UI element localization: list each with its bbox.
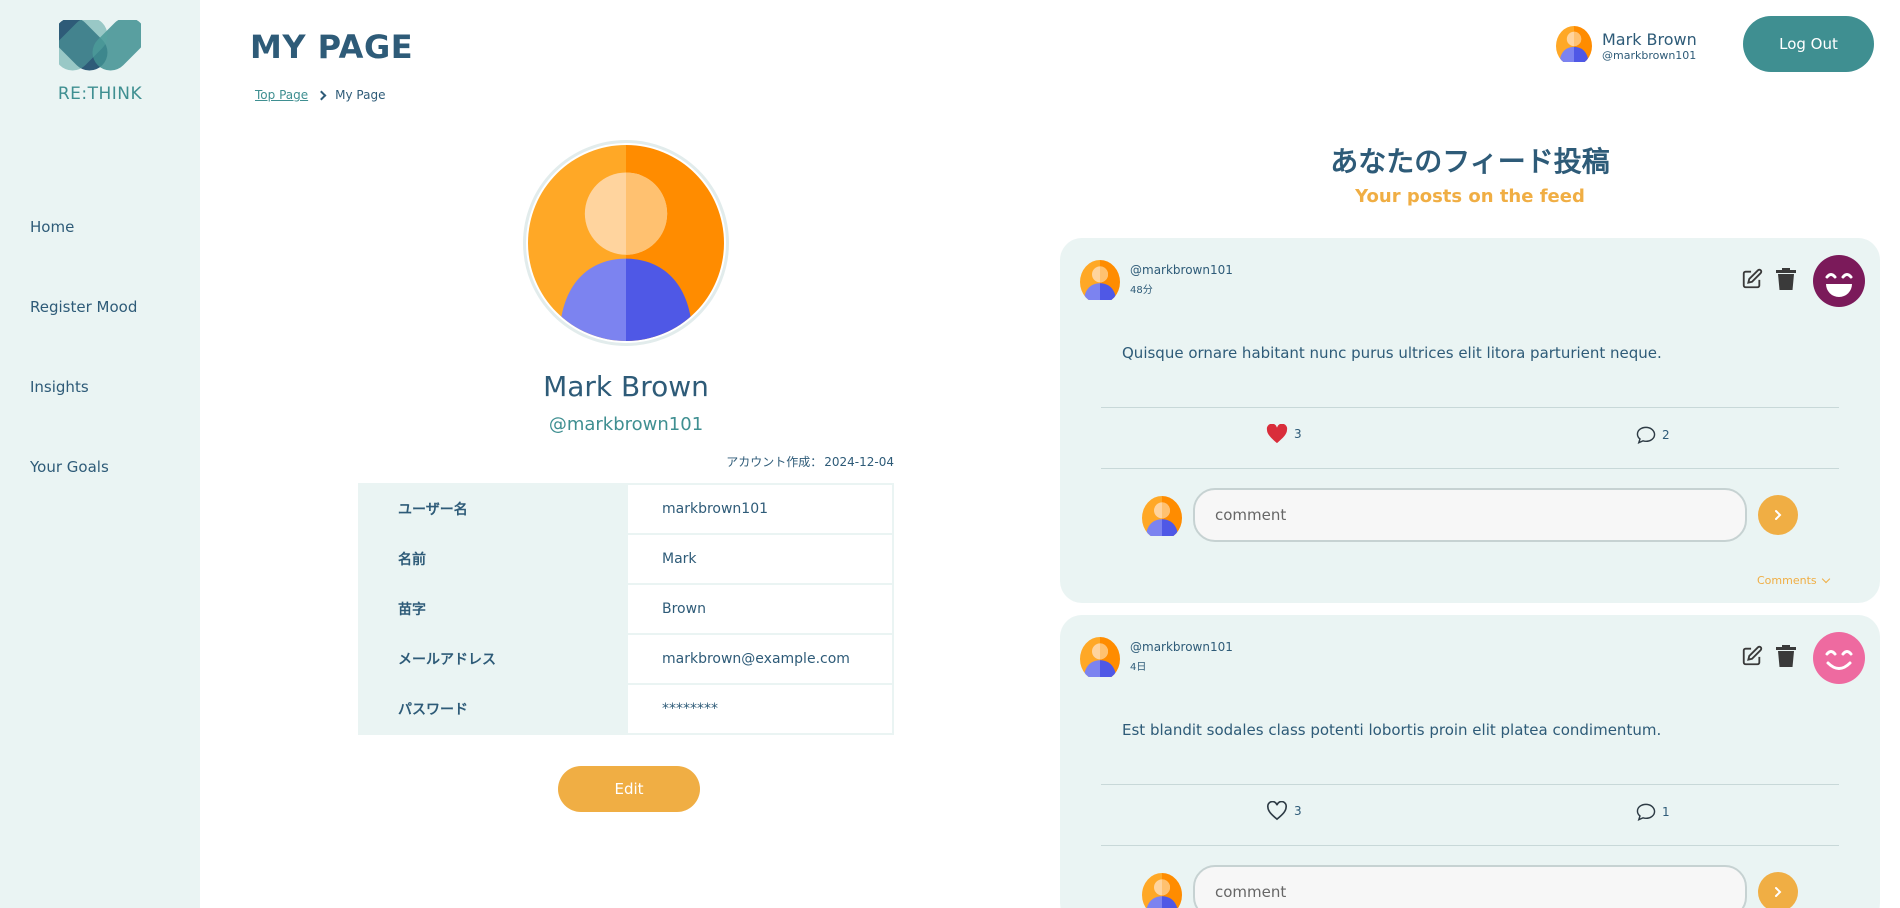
field-value: Brown [626,583,894,635]
sidebar-item-your-goals[interactable]: Your Goals [30,458,109,476]
page-title: MY PAGE [250,28,414,66]
post-body: Est blandit sodales class potenti lobort… [1122,721,1662,739]
comment-icon [1636,803,1656,821]
account-created-label: アカウント作成： [726,455,823,469]
like-count: 3 [1294,804,1302,818]
header-user[interactable]: Mark Brown @markbrown101 [1556,26,1697,66]
post-time: 4日 [1130,662,1147,673]
logo[interactable]: RE:THINK [55,20,145,104]
comments-toggle-label: Comments [1757,574,1817,587]
comment-input[interactable] [1193,865,1747,908]
table-row: 名前 Mark [358,533,894,585]
chevron-down-icon [1821,574,1830,584]
post-time: 48分 [1130,285,1153,296]
divider [1101,468,1839,469]
heart-logo-icon [59,20,141,71]
header-user-handle: @markbrown101 [1602,49,1697,62]
profile-avatar [523,140,729,346]
like-button[interactable]: 3 [1266,801,1302,821]
sidebar-item-register-mood[interactable]: Register Mood [30,298,137,316]
field-key: 苗字 [358,583,628,635]
field-value: markbrown101 [626,483,894,535]
edit-icon[interactable] [1741,268,1763,294]
feed-post: @markbrown101 4日 Est blandit sodales cla… [1060,615,1880,908]
table-row: 苗字 Brown [358,583,894,635]
field-key: ユーザー名 [358,483,628,535]
trash-icon[interactable] [1776,645,1796,671]
comment-button[interactable]: 1 [1636,803,1670,821]
brand-name: RE:THINK [57,84,143,104]
header-user-name: Mark Brown [1602,29,1697,49]
post-body: Quisque ornare habitant nunc purus ultri… [1122,344,1662,362]
breadcrumb: Top Page My Page [255,88,385,102]
profile-info-table: ユーザー名 markbrown101 名前 Mark 苗字 Brown メールア… [358,483,894,735]
table-row: メールアドレス markbrown@example.com [358,633,894,685]
breadcrumb-top-page-link[interactable]: Top Page [255,88,308,102]
field-key: パスワード [358,683,628,735]
big-grin-mood-icon [1813,255,1865,307]
post-handle: @markbrown101 [1130,263,1233,277]
feed-header: あなたのフィード投稿 Your posts on the feed [1060,140,1880,207]
comment-count: 2 [1662,428,1670,442]
field-key: メールアドレス [358,633,628,685]
comment-count: 1 [1662,805,1670,819]
avatar [1556,26,1592,66]
chevron-right-icon [1775,510,1782,520]
post-handle: @markbrown101 [1130,640,1233,654]
heart-outline-icon [1267,801,1287,821]
comment-input[interactable] [1193,488,1747,542]
field-value: markbrown@example.com [626,633,894,685]
field-value: ******** [626,683,894,735]
avatar [1142,873,1182,908]
feed-subtitle: Your posts on the feed [1355,186,1585,207]
avatar [1142,496,1182,540]
sidebar-item-home[interactable]: Home [30,218,74,236]
chevron-right-icon [1775,887,1782,897]
logout-button[interactable]: Log Out [1743,16,1874,72]
comment-icon [1636,426,1656,444]
breadcrumb-current: My Page [335,88,386,102]
divider [1101,845,1839,846]
table-row: ユーザー名 markbrown101 [358,483,894,535]
profile-handle: @markbrown101 [548,414,704,435]
send-comment-button[interactable] [1758,495,1798,535]
avatar [1080,637,1120,681]
sidebar-item-insights[interactable]: Insights [30,378,89,396]
avatar [1080,260,1120,304]
trash-icon[interactable] [1776,268,1796,294]
divider [1101,407,1839,408]
field-value: Mark [626,533,894,585]
comment-button[interactable]: 2 [1636,426,1670,444]
chevron-right-icon [316,90,327,100]
edit-icon[interactable] [1741,645,1763,671]
send-comment-button[interactable] [1758,872,1798,908]
edit-profile-button[interactable]: Edit [558,766,700,812]
table-row: パスワード ******** [358,683,894,735]
account-created-date: 2024-12-04 [824,455,894,469]
field-key: 名前 [358,533,628,585]
profile-name: Mark Brown [543,370,709,403]
heart-filled-icon [1266,424,1288,444]
divider [1101,784,1839,785]
comments-toggle[interactable]: Comments [1757,574,1830,587]
account-created: アカウント作成： 2024-12-04 [726,453,894,470]
sidebar: RE:THINK Home Register Mood Insights You… [0,0,200,908]
smile-mood-icon [1813,632,1865,684]
feed-post: @markbrown101 48分 Quisque ornare habitan… [1060,238,1880,603]
like-button[interactable]: 3 [1266,424,1302,444]
feed-title: あなたのフィード投稿 [1330,145,1610,178]
like-count: 3 [1294,427,1302,441]
